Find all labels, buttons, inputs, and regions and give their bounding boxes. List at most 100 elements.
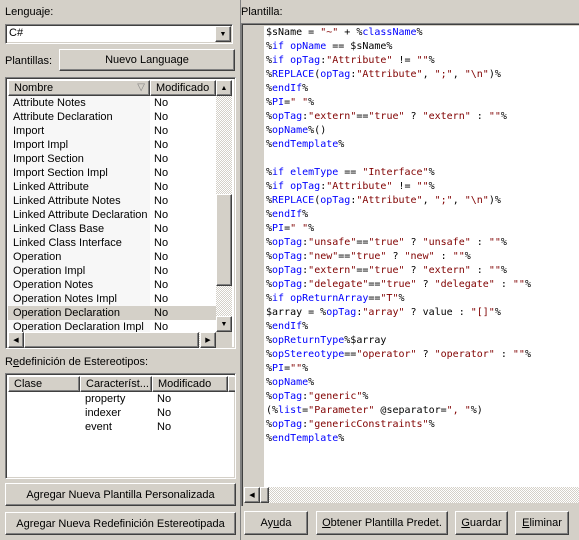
code-keyword: PI — [272, 363, 285, 374]
code-string: "extern" — [308, 265, 357, 276]
scroll-up-icon[interactable]: ▲ — [216, 80, 232, 96]
template-name: Import Section Impl — [13, 167, 108, 179]
column-header-modified[interactable]: Modificado — [152, 376, 228, 392]
code-text: , — [452, 195, 465, 206]
code-keyword: if opName — [272, 41, 327, 52]
code-text: == — [356, 111, 369, 122]
code-text: % — [338, 139, 345, 150]
code-text: @separator= — [374, 405, 447, 416]
code-text: , — [422, 195, 435, 206]
get-default-template-button[interactable]: Obtener Plantilla Predet. — [316, 511, 448, 535]
editor-scroll-left-icon[interactable]: ◀ — [244, 487, 260, 503]
code-text: : — [470, 265, 489, 276]
code-keyword: PI — [272, 223, 285, 234]
code-keyword: className — [362, 27, 417, 38]
code-line: %endIf% — [266, 82, 531, 96]
code-text: )% — [488, 69, 501, 80]
templates-label: Plantillas: — [5, 55, 53, 67]
template-row[interactable]: Linked Attribute Declaration No — [8, 208, 216, 222]
template-row[interactable]: Operation Notes Impl No — [8, 292, 216, 306]
h-scroll-thumb[interactable] — [24, 332, 199, 348]
template-row[interactable]: Attribute Notes No — [8, 96, 216, 110]
templates-horizontal-scrollbar[interactable]: ◀ ▶ — [8, 332, 216, 348]
scroll-thumb[interactable] — [216, 194, 232, 286]
code-text: % — [428, 167, 435, 178]
code-text: == — [356, 265, 369, 276]
code-keyword: if opTag — [272, 55, 321, 66]
code-string: "array" — [362, 307, 405, 318]
templates-vertical-scrollbar[interactable]: ▲ ▼ — [216, 80, 232, 332]
code-text: % — [500, 265, 507, 276]
code-text: ? — [416, 349, 435, 360]
code-keyword: endTemplate — [272, 139, 339, 150]
code-text: % — [524, 279, 531, 290]
add-custom-template-button[interactable]: Agregar Nueva Plantilla Personalizada — [5, 483, 236, 506]
template-row[interactable]: Operation Impl No — [8, 264, 216, 278]
code-line: %if opTag:"Attribute" != ""% — [266, 180, 531, 194]
code-text: != — [392, 181, 417, 192]
code-line: %opReturnType%$array — [266, 334, 531, 348]
template-row[interactable]: Operation Notes No — [8, 278, 216, 292]
code-string: ", " — [446, 405, 471, 416]
column-header-feature[interactable]: Característ... — [80, 376, 152, 392]
column-header-modified[interactable]: Modificado — [150, 80, 216, 96]
stereotype-redefinition-label: Redefinición de Estereotipos: — [5, 356, 148, 368]
code-string: "Attribute" — [356, 195, 423, 206]
template-row[interactable]: Import No — [8, 124, 216, 138]
sort-indicator-icon: ▽ — [137, 82, 145, 93]
code-line: %PI=" "% — [266, 96, 531, 110]
code-text: == — [368, 279, 381, 290]
code-text: % — [362, 391, 369, 402]
template-label: Plantilla: — [241, 6, 283, 18]
new-language-button[interactable]: Nuevo Language — [59, 49, 235, 71]
code-string: "\n" — [464, 195, 489, 206]
btn-text: Ay — [260, 517, 274, 529]
stereotype-row[interactable]: property No — [8, 392, 232, 406]
template-row[interactable]: Operation No — [8, 250, 216, 264]
template-row[interactable]: Linked Attribute Notes No — [8, 194, 216, 208]
btn-text: da — [279, 517, 292, 529]
template-row[interactable]: Linked Class Base No — [8, 222, 216, 236]
editor-h-scroll-thumb[interactable] — [260, 487, 269, 503]
template-editor[interactable]: $sName = "~" + %className% %if opName == … — [241, 23, 579, 506]
template-name: Import — [13, 125, 45, 137]
code-keyword: endIf — [272, 321, 303, 332]
scroll-left-icon[interactable]: ◀ — [8, 332, 24, 348]
template-row[interactable]: Attribute Declaration No — [8, 110, 216, 124]
template-name: Linked Attribute Declaration — [13, 209, 148, 221]
template-row[interactable]: Linked Attribute No — [8, 180, 216, 194]
stereotype-row[interactable]: indexer No — [8, 406, 232, 420]
dropdown-arrow-icon[interactable]: ▼ — [215, 26, 231, 42]
help-button[interactable]: Ay u da — [244, 511, 308, 535]
scroll-right-icon[interactable]: ▶ — [200, 332, 216, 348]
code-line: %PI=" "% — [266, 222, 531, 236]
column-header-class[interactable]: Clase — [8, 376, 80, 392]
scroll-down-icon[interactable]: ▼ — [216, 316, 232, 332]
editor-horizontal-scrollbar[interactable]: ◀ — [244, 487, 579, 503]
save-button[interactable]: Guardar — [455, 511, 508, 535]
template-row[interactable]: Import Section No — [8, 152, 216, 166]
btn-accelerator: O — [322, 517, 331, 529]
code-line: %opTag:"new"=="true" ? "new" : ""% — [266, 250, 531, 264]
template-modified: No — [154, 139, 169, 151]
template-row[interactable]: Linked Class Interface No — [8, 236, 216, 250]
template-row[interactable]: Import Section Impl No — [8, 166, 216, 180]
stereotype-row[interactable]: event No — [8, 420, 232, 434]
language-value: C# — [9, 27, 24, 39]
column-header-name[interactable]: Nombre ▽ — [8, 80, 150, 96]
template-row[interactable]: Import Impl No — [8, 138, 216, 152]
template-row[interactable]: Operation Declaration No — [8, 306, 216, 320]
language-select[interactable]: C# ▼ — [5, 24, 233, 44]
code-text: % — [302, 363, 309, 374]
code-string: "operator" — [356, 349, 417, 360]
code-keyword: opTag — [320, 69, 351, 80]
code-string: "unsafe" — [422, 237, 471, 248]
code-keyword: if elemType — [272, 167, 339, 178]
code-line: %opName% — [266, 376, 531, 390]
code-text: : — [494, 349, 513, 360]
add-stereotype-override-button[interactable]: Agregar Nueva Redefinición Estereotipada — [5, 512, 236, 535]
code-keyword: opStereotype — [272, 349, 345, 360]
delete-button[interactable]: Eliminar — [515, 511, 569, 535]
btn-accelerator: E — [522, 517, 530, 529]
code-area[interactable]: $sName = "~" + %className% %if opName == … — [264, 26, 579, 487]
